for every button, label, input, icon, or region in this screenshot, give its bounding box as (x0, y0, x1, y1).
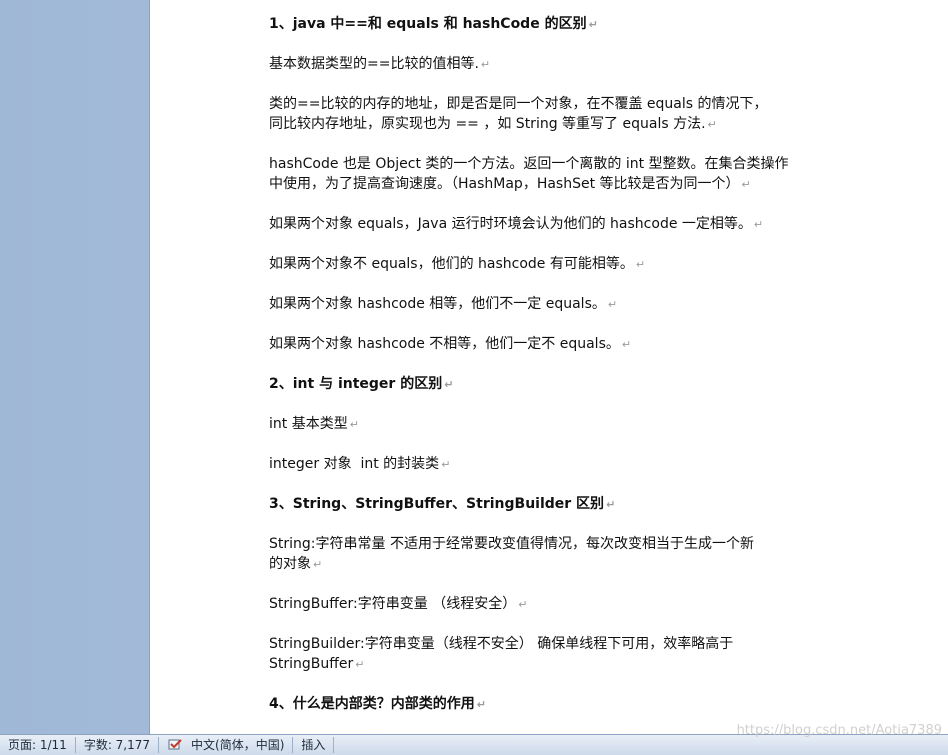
document-paragraph[interactable]: 如果两个对象 hashcode 相等，他们不一定 equals。 ↵ (269, 294, 829, 315)
document-heading[interactable]: 1、java 中==和 equals 和 hashCode 的区别 ↵ (269, 14, 829, 35)
document-paragraph[interactable]: StringBuffer:字符串变量 （线程安全） ↵ (269, 594, 829, 615)
paragraph-mark-icon: ↵ (741, 178, 751, 191)
spelling-check-icon[interactable] (167, 737, 185, 753)
paragraph-text: 3、String、StringBuffer、StringBuilder 区别 (269, 496, 605, 512)
paragraph-mark-icon: ↵ (588, 18, 598, 31)
document-paragraph[interactable]: integer 对象 int 的封装类 ↵ (269, 454, 829, 475)
paragraph-mark-icon: ↵ (349, 418, 359, 431)
paragraph-mark-icon: ↵ (480, 58, 491, 71)
paragraph-mark-icon: ↵ (355, 658, 365, 671)
paragraph-text: 如果两个对象 hashcode 不相等，他们一定不 equals。 (269, 336, 620, 352)
paragraph-mark-icon: ↵ (635, 258, 646, 271)
paragraph-text: 基本数据类型的==比较的值相等. (269, 56, 479, 72)
document-paragraph[interactable]: 基本数据类型的==比较的值相等. ↵ (269, 54, 829, 75)
paragraph-mark-icon: ↵ (444, 378, 454, 391)
insert-mode[interactable]: 插入 (293, 737, 335, 753)
document-page[interactable]: 1、java 中==和 equals 和 hashCode 的区别 ↵ 基本数据类型… (149, 0, 948, 734)
document-paragraph[interactable]: StringBuilder:字符串变量（线程不安全） 确保单线程下可用，效率略高… (269, 634, 829, 675)
document-paragraph[interactable]: 如果两个对象不 equals，他们的 hashcode 有可能相等。 ↵ (269, 254, 829, 275)
paragraph-text: 1、java 中==和 equals 和 hashCode 的区别 (269, 16, 587, 32)
paragraph-text: 4、什么是内部类？内部类的作用 (269, 696, 475, 712)
paragraph-text: 如果两个对象不 equals，他们的 hashcode 有可能相等。 (269, 256, 634, 272)
document-paragraph[interactable]: hashCode 也是 Object 类的一个方法。返回一个离散的 int 型整… (269, 154, 829, 195)
paragraph-mark-icon: ↵ (753, 218, 764, 231)
paragraph-text: 类的==比较的内存的地址，即是否是同一个对象，在不覆盖 equals 的情况下，… (269, 96, 768, 132)
watermark-text: https://blog.csdn.net/Aotia7389 (736, 723, 942, 738)
document-heading[interactable]: 3、String、StringBuffer、StringBuilder 区别 ↵ (269, 494, 829, 515)
page-indicator[interactable]: 页面: 1/11 (0, 737, 76, 753)
paragraph-mark-icon: ↵ (607, 298, 618, 311)
language-label: 中文(简体，中国) (191, 738, 285, 752)
paragraph-mark-icon: ↵ (476, 698, 486, 711)
paragraph-text: StringBuffer:字符串变量 （线程安全） (269, 596, 517, 612)
paragraph-mark-icon: ↵ (606, 498, 616, 511)
paragraph-mark-icon: ↵ (441, 458, 451, 471)
paragraph-text: integer 对象 int 的封装类 (269, 456, 440, 472)
paragraph-text: 2、int 与 integer 的区别 (269, 376, 443, 392)
paragraph-mark-icon: ↵ (621, 338, 632, 351)
document-paragraph[interactable]: 如果两个对象 hashcode 不相等，他们一定不 equals。 ↵ (269, 334, 829, 355)
paragraph-mark-icon: ↵ (707, 118, 717, 131)
document-paragraph[interactable]: 类的==比较的内存的地址，即是否是同一个对象，在不覆盖 equals 的情况下，… (269, 94, 829, 135)
language-indicator[interactable]: 中文(简体，中国) (159, 737, 294, 753)
paragraph-text: 如果两个对象 equals，Java 运行时环境会认为他们的 hashcode … (269, 216, 752, 232)
document-paragraph[interactable]: String:字符串常量 不适用于经常要改变值得情况，每次改变相当于生成一个新 … (269, 534, 829, 575)
document-paragraph[interactable]: int 基本类型 ↵ (269, 414, 829, 435)
document-workspace: 1、java 中==和 equals 和 hashCode 的区别 ↵ 基本数据类型… (0, 0, 948, 734)
paragraph-text: StringBuilder:字符串变量（线程不安全） 确保单线程下可用，效率略高… (269, 636, 734, 672)
paragraph-text: 如果两个对象 hashcode 相等，他们不一定 equals。 (269, 296, 606, 312)
paragraph-text: hashCode 也是 Object 类的一个方法。返回一个离散的 int 型整… (269, 156, 789, 192)
paragraph-mark-icon: ↵ (518, 598, 528, 611)
paragraph-mark-icon: ↵ (313, 558, 323, 571)
word-count[interactable]: 字数: 7,177 (76, 737, 160, 753)
paragraph-text: int 基本类型 (269, 416, 348, 432)
document-heading[interactable]: 2、int 与 integer 的区别 ↵ (269, 374, 829, 395)
document-content[interactable]: 1、java 中==和 equals 和 hashCode 的区别 ↵ 基本数据类型… (269, 14, 829, 734)
paragraph-text: String:字符串常量 不适用于经常要改变值得情况，每次改变相当于生成一个新 … (269, 536, 754, 572)
document-paragraph[interactable]: 如果两个对象 equals，Java 运行时环境会认为他们的 hashcode … (269, 214, 829, 235)
document-heading[interactable]: 4、什么是内部类？内部类的作用 ↵ (269, 694, 829, 715)
